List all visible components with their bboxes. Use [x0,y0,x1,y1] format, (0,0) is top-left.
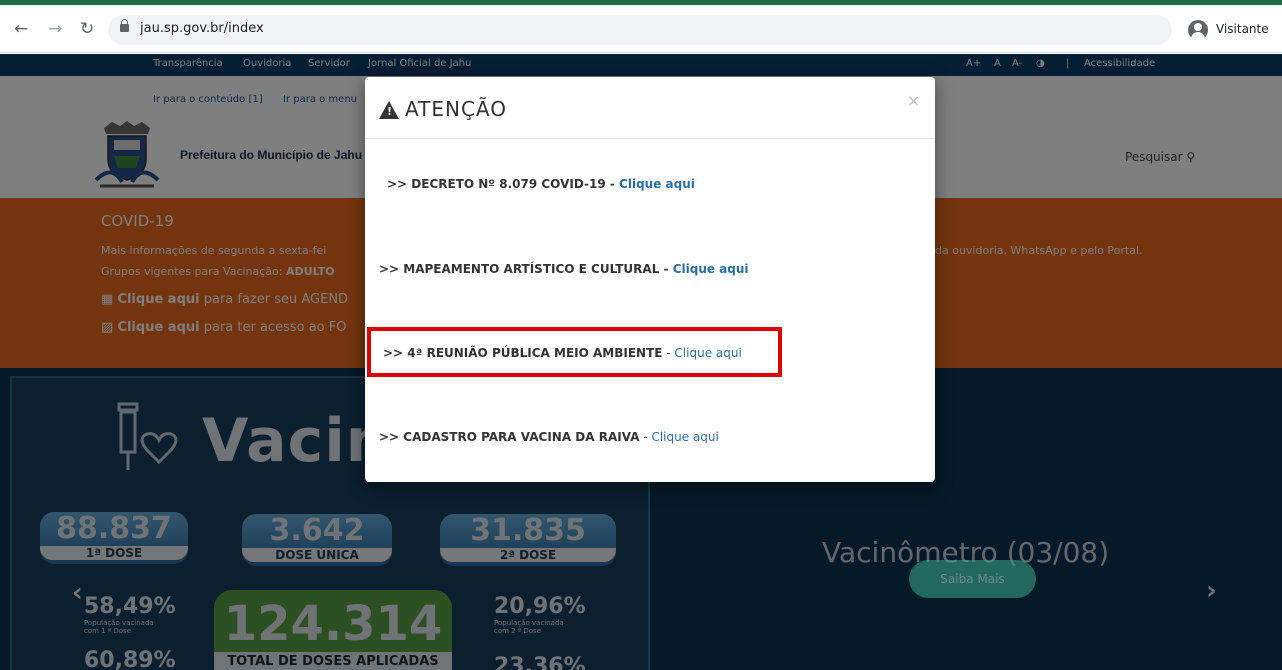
notice-item-decreto: >> DECRETO Nº 8.079 COVID-19 - Clique aq… [387,177,695,191]
address-bar[interactable]: jau.sp.gov.br/index [108,15,1172,45]
notice-link-decreto[interactable]: Clique aqui [619,177,695,191]
account-icon [1188,20,1208,40]
notice-text: >> DECRETO Nº 8.079 COVID-19 [387,177,606,191]
notice-separator: - [639,430,652,444]
notice-item-reuniao: >> 4ª REUNIÃO PÚBLICA MEIO AMBIENTE - Cl… [383,346,742,360]
notice-separator: - [659,262,673,276]
modal-title: ATENÇÃO [405,97,507,121]
notice-item-raiva: >> CADASTRO PARA VACINA DA RAIVA - Cliqu… [379,430,719,444]
modal-header: ATENÇÃO × [365,77,935,139]
close-icon[interactable]: × [907,91,920,110]
notice-separator: - [605,177,620,191]
profile-button[interactable]: Visitante [1182,16,1276,44]
notice-separator: - [662,346,675,360]
url-text[interactable]: jau.sp.gov.br/index [140,21,264,36]
notice-text: >> 4ª REUNIÃO PÚBLICA MEIO AMBIENTE [383,346,663,360]
attention-modal: ATENÇÃO × >> DECRETO Nº 8.079 COVID-19 -… [365,77,935,482]
notice-link-reuniao[interactable]: Clique aqui [674,346,741,360]
forward-arrow-icon[interactable]: → [48,19,62,39]
reload-icon[interactable]: ↻ [80,19,94,39]
notice-text: >> MAPEAMENTO ARTÍSTICO E CULTURAL [379,262,660,276]
saiba-mais-button[interactable]: Saiba Mais [909,560,1036,598]
notice-text: >> CADASTRO PARA VACINA DA RAIVA [379,430,640,444]
notice-link-raiva[interactable]: Clique aqui [651,430,718,444]
notice-item-mapeamento: >> MAPEAMENTO ARTÍSTICO E CULTURAL - Cli… [379,262,749,276]
browser-toolbar: ← → ↻ jau.sp.gov.br/index Visitante [0,5,1282,53]
profile-label: Visitante [1216,22,1269,36]
warning-icon [379,101,399,119]
notice-link-mapeamento[interactable]: Clique aqui [673,262,749,276]
lock-icon[interactable] [120,19,129,32]
back-arrow-icon[interactable]: ← [14,19,28,39]
